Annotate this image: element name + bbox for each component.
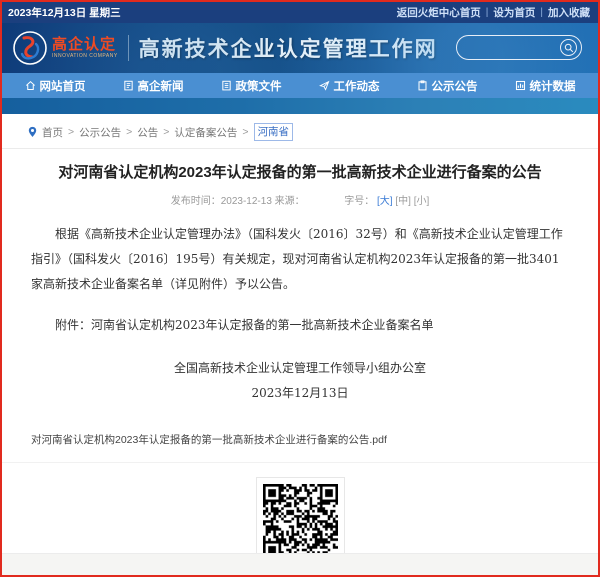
nav-item-news[interactable]: 高企新闻 (117, 73, 190, 98)
font-size-small-button[interactable]: [小] (414, 196, 430, 207)
qr-code-box (256, 477, 345, 553)
page-footer (2, 553, 598, 575)
font-size-large-button[interactable]: [大] (377, 196, 393, 207)
logo-subtext: INNOVATION COMPANY (52, 54, 118, 59)
breadcrumb: 首页 > 公示公告 > 公告 > 认定备案公告 > 河南省 (2, 114, 598, 148)
send-icon (319, 80, 330, 91)
main-nav: 网站首页 高企新闻 政策文件 工作动态 公示公告 统计数据 (2, 73, 598, 98)
top-link-separator: | (540, 7, 543, 18)
qr-section: 扫一扫在手机打开当前页 (2, 477, 598, 553)
font-size-label: 字号： (344, 196, 374, 207)
nav-item-label: 统计数据 (530, 78, 576, 94)
link-add-favorite[interactable]: 加入收藏 (548, 5, 590, 20)
search-input[interactable] (467, 42, 560, 53)
breadcrumb-divider (2, 148, 598, 149)
link-torch-center-home[interactable]: 返回火炬中心首页 (397, 5, 481, 20)
news-icon (123, 80, 134, 91)
attachment-line: 附件：河南省认定机构2023年认定报备的第一批高新技术企业备案名单 (31, 313, 569, 338)
breadcrumb-item-filing-notice[interactable]: 认定备案公告 (174, 125, 237, 140)
article-paragraph: 根据《高新技术企业认定管理办法》（国科发火〔2016〕32号）和《高新技术企业认… (31, 222, 569, 297)
chart-icon (515, 80, 526, 91)
location-pin-icon (28, 126, 37, 138)
breadcrumb-separator: > (126, 126, 132, 138)
breadcrumb-current-henan[interactable]: 河南省 (254, 123, 294, 141)
breadcrumb-item-notice[interactable]: 公告 (137, 125, 158, 140)
signature-office: 全国高新技术企业认定管理工作领导小组办公室 (31, 356, 569, 381)
breadcrumb-separator: > (163, 126, 169, 138)
clipboard-icon (417, 80, 428, 91)
breadcrumb-item-home[interactable]: 首页 (42, 125, 63, 140)
logo-icon (12, 30, 48, 66)
nav-item-label: 工作动态 (334, 78, 380, 94)
source-label: 来源： (275, 196, 305, 207)
nav-item-updates[interactable]: 工作动态 (313, 73, 386, 98)
qr-section-divider (2, 462, 598, 463)
nav-item-home[interactable]: 网站首页 (19, 73, 92, 98)
publish-date: 2023-12-13 (221, 196, 272, 207)
top-utility-bar: 2023年12月13日 星期三 返回火炬中心首页 | 设为首页 | 加入收藏 (2, 2, 598, 23)
logo-text-block: 高企认定 INNOVATION COMPANY (52, 37, 118, 59)
site-logo[interactable]: 高企认定 INNOVATION COMPANY (12, 30, 118, 66)
search-button[interactable] (560, 39, 577, 56)
site-title: 高新技术企业认定管理工作网 (139, 33, 438, 63)
search-icon (564, 43, 574, 53)
content-area: 首页 > 公示公告 > 公告 > 认定备案公告 > 河南省 对河南省认定机构20… (2, 114, 598, 553)
logo-text: 高企认定 (52, 37, 118, 52)
font-size-medium-button[interactable]: [中] (395, 196, 411, 207)
pdf-attachment-link[interactable]: 对河南省认定机构2023年认定报备的第一批高新技术企业进行备案的公告.pdf (31, 432, 387, 447)
header-divider (128, 35, 129, 61)
home-icon (25, 80, 36, 91)
link-set-homepage[interactable]: 设为首页 (493, 5, 535, 20)
header-bottom-strip (2, 98, 598, 114)
breadcrumb-separator: > (68, 126, 74, 138)
top-links: 返回火炬中心首页 | 设为首页 | 加入收藏 (397, 5, 590, 20)
nav-item-policy[interactable]: 政策文件 (215, 73, 288, 98)
page-frame: 2023年12月13日 星期三 返回火炬中心首页 | 设为首页 | 加入收藏 高… (0, 0, 600, 577)
search-box (456, 35, 582, 60)
nav-item-label: 公示公告 (432, 78, 478, 94)
nav-item-label: 政策文件 (236, 78, 282, 94)
top-link-separator: | (486, 7, 489, 18)
nav-item-label: 高企新闻 (138, 78, 184, 94)
signature-date: 2023年12月13日 (31, 381, 569, 406)
article-body: 根据《高新技术企业认定管理办法》（国科发火〔2016〕32号）和《高新技术企业认… (2, 222, 598, 406)
article-meta: 发布时间：2023-12-13 来源： 字号： [大] [中] [小] (2, 192, 598, 207)
search-area (456, 35, 582, 60)
current-date: 2023年12月13日 星期三 (8, 5, 121, 20)
nav-item-announcements[interactable]: 公示公告 (411, 73, 484, 98)
article-title: 对河南省认定机构2023年认定报备的第一批高新技术企业进行备案的公告 (42, 163, 558, 183)
qr-code (263, 484, 338, 553)
site-header: 高企认定 INNOVATION COMPANY 高新技术企业认定管理工作网 (2, 23, 598, 73)
publish-time-label: 发布时间： (171, 196, 221, 207)
breadcrumb-separator: > (242, 126, 248, 138)
nav-item-label: 网站首页 (40, 78, 86, 94)
breadcrumb-item-announcements[interactable]: 公示公告 (79, 125, 121, 140)
policy-icon (221, 80, 232, 91)
nav-item-statistics[interactable]: 统计数据 (509, 73, 582, 98)
